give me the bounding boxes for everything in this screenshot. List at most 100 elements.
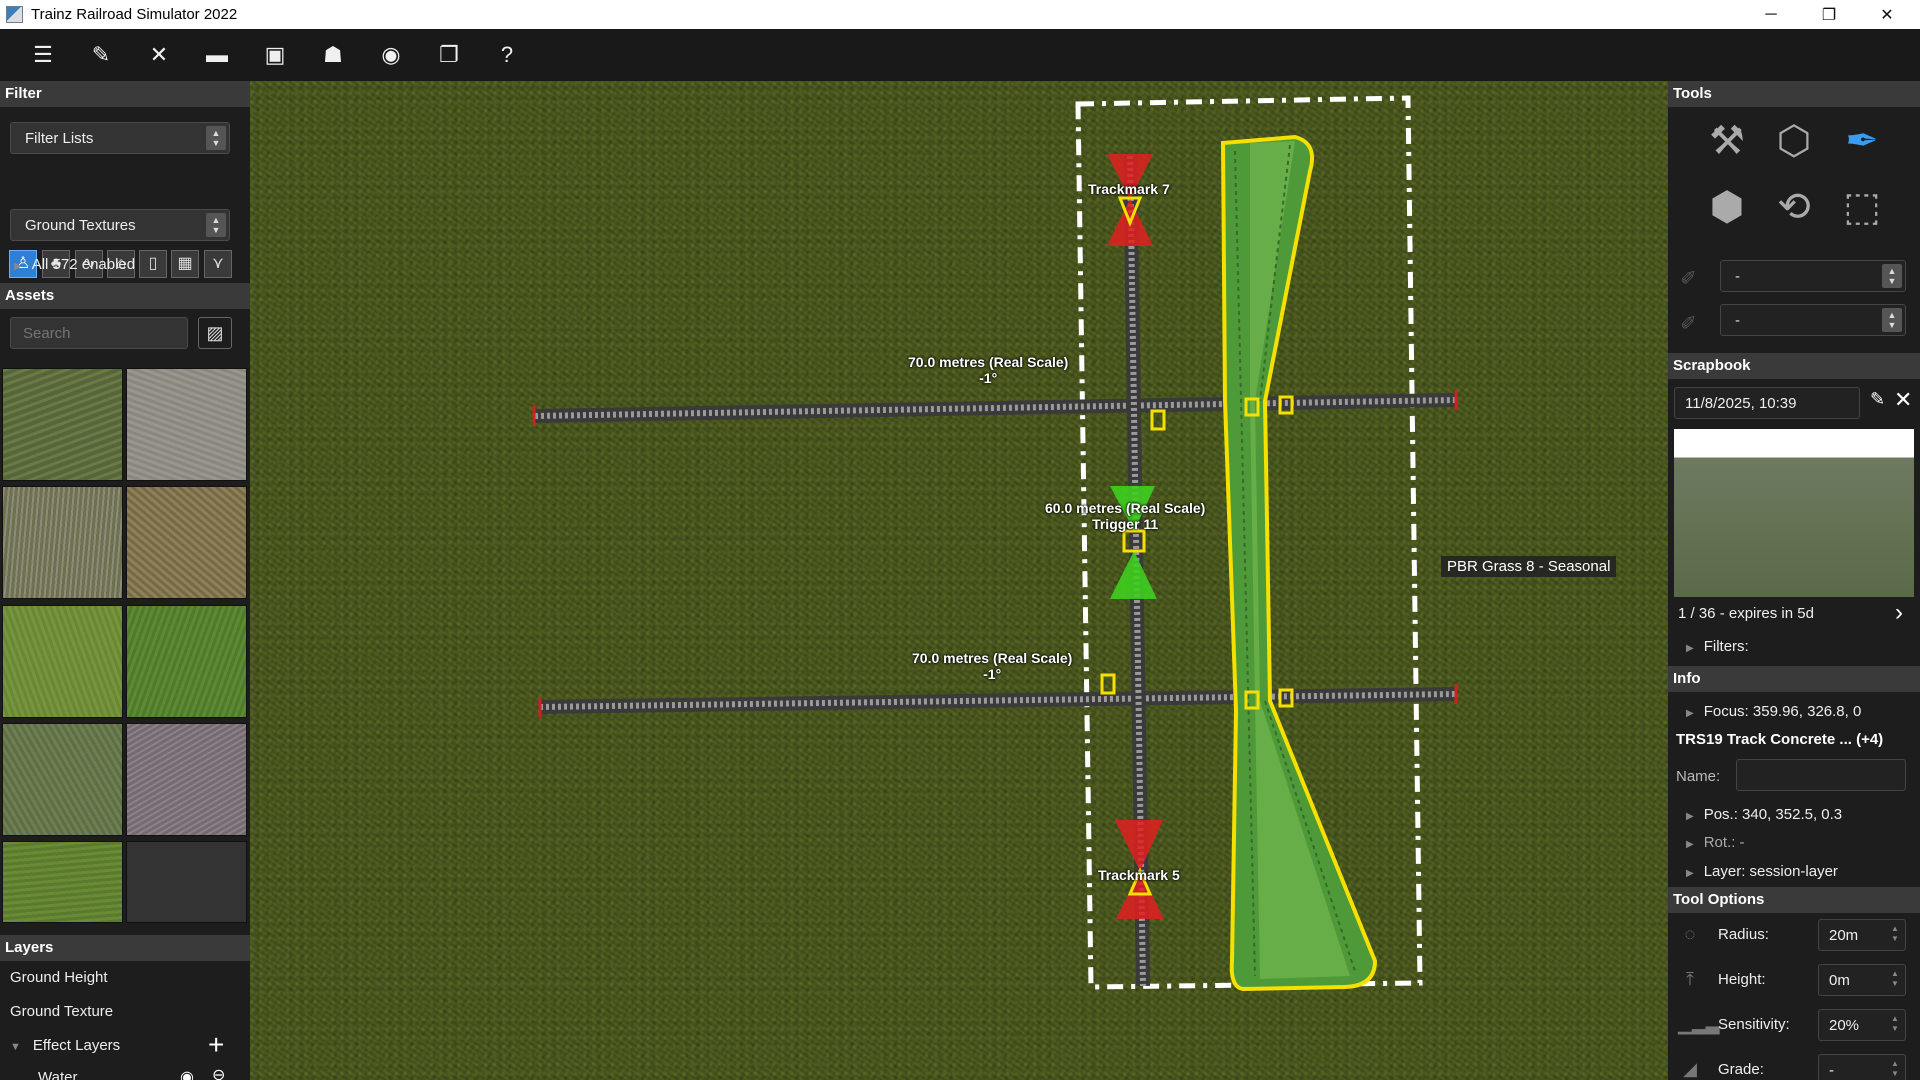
pin-icon[interactable]: ✎ [1870,389,1885,410]
filter-category-combo[interactable]: Ground Textures ▲ ▼ [10,209,230,241]
trackmark-5-label: Trackmark 5 [1098,867,1180,883]
sensitivity-value: 20% [1829,1017,1860,1034]
tool-combo-1[interactable]: - ▲ ▼ [1720,260,1906,292]
image-view-icon[interactable]: ▨ [198,317,232,349]
brush-icon: ✐ [1680,313,1697,335]
pos-line[interactable]: ▶ Pos.: 340, 352.5, 0.3 [1686,806,1842,823]
layer-ground-texture[interactable]: Ground Texture [10,1003,113,1020]
rotate-object-icon[interactable]: ⟲ [1765,178,1823,236]
focus-value: Focus: 359.96, 326.8, 0 [1703,703,1862,720]
help-icon[interactable]: ? [478,35,536,75]
close-button[interactable]: ✕ [1858,0,1916,29]
sensitivity-label: Sensitivity: [1718,1016,1790,1033]
asset-thumb-2[interactable] [126,368,247,481]
radius-option: ◌ Radius: 20m ▲ ▼ [1678,917,1908,953]
layer-effect-layers[interactable]: ▼ Effect Layers [10,1037,120,1054]
pos-value: Pos.: 340, 352.5, 0.3 [1703,806,1843,823]
filter-lists-combo[interactable]: Filter Lists ▲ ▼ [10,122,230,154]
measure-mid-text: 60.0 metres (Real Scale) [1045,500,1206,516]
asset-search-input[interactable] [10,317,188,349]
expand-icon: ▶ [1686,868,1694,879]
tool-combo-2[interactable]: - ▲ ▼ [1720,304,1906,336]
main-toolbar: ☰ ✎ ✕ ▬ ▣ ☗ ◉ ❐ ? [0,29,1920,81]
asset-thumb-8[interactable] [126,723,247,836]
monitor-icon[interactable]: ▬ [188,35,246,75]
measure-bottom-text: 70.0 metres (Real Scale) [912,650,1073,666]
close-scrap-icon[interactable]: ✕ [1894,387,1912,413]
scrapbook-date[interactable]: 11/8/2025, 10:39 [1674,387,1860,419]
filter-type-icon-5[interactable]: ▯ [139,250,167,278]
paint-tool-icon[interactable]: ⚒ [1698,112,1756,170]
height-input[interactable]: 0m ▲ ▼ [1818,964,1906,996]
measure-bottom-angle: -1° [983,666,1002,682]
move-object-icon[interactable]: ⬢ [1698,178,1756,236]
select-area-icon[interactable]: ⬚ [1833,178,1891,236]
filter-category-value: Ground Textures [25,217,136,234]
layer-line[interactable]: ▶ Layer: session-layer [1686,863,1838,880]
asset-thumb-4[interactable] [126,486,247,599]
3d-viewport[interactable]: Trackmark 7 Trackmark 5 70.0 metres (Rea… [250,81,1668,1080]
sensitivity-input[interactable]: 20% ▲ ▼ [1818,1009,1906,1041]
edit-icon[interactable]: ✎ [72,35,130,75]
spin-icon: ▲ ▼ [206,213,226,237]
add-object-icon[interactable]: ⬡ [1765,112,1823,170]
scrapbook-preview [1674,429,1914,597]
enabled-text: All 572 enabled [31,256,136,273]
tool-combo-1-value: - [1735,268,1740,285]
asset-thumb-empty [126,841,247,923]
next-arrow-icon[interactable]: › [1895,599,1903,627]
asset-thumb-3[interactable] [2,486,123,599]
assets-header: Assets [0,283,250,309]
measure-top-label: 70.0 metres (Real Scale) -1° [908,354,1068,386]
asset-thumb-1[interactable] [2,368,123,481]
name-field[interactable] [1736,759,1906,791]
info-header: Info [1668,666,1920,692]
tools-icon[interactable]: ✕ [130,35,188,75]
lock-icon[interactable]: ⊖ [212,1065,225,1080]
filter-type-icon-6[interactable]: ▦ [171,250,199,278]
filter-lists-value: Filter Lists [25,130,94,147]
asset-thumb-7[interactable] [2,723,123,836]
chat-icon[interactable]: ◉ [362,35,420,75]
restore-button[interactable]: ❐ [1800,0,1858,29]
height-value: 0m [1829,972,1850,989]
focus-line[interactable]: ▶ Focus: 359.96, 326.8, 0 [1686,703,1861,720]
height-label: Height: [1718,971,1766,988]
enabled-expander[interactable]: ▶ All 572 enabled [14,256,135,273]
eyedropper-icon[interactable]: ✒ [1833,112,1891,170]
radius-input[interactable]: 20m ▲ ▼ [1818,919,1906,951]
grade-icon: ◢ [1683,1059,1697,1079]
radius-icon: ◌ [1684,924,1696,944]
asset-tooltip: PBR Grass 8 - Seasonal [1441,556,1617,577]
measure-top-text: 70.0 metres (Real Scale) [908,354,1069,370]
asset-thumb-6[interactable] [126,605,247,718]
layer-water[interactable]: Water [38,1069,77,1080]
asset-thumb-9[interactable] [2,841,123,923]
left-panel: Filter Filter Lists ▲ ▼ ♙ ♣ ∿ ⌂ ▯ ▦ ⋎ Gro… [0,81,250,1080]
windows-icon[interactable]: ❐ [420,35,478,75]
add-layer-icon[interactable]: + [208,1029,224,1061]
filter-type-icon-7[interactable]: ⋎ [204,250,232,278]
people-icon[interactable]: ☗ [304,35,362,75]
expand-icon: ▶ [1686,839,1694,850]
filters-expander[interactable]: ▶ Filters: [1686,638,1749,655]
measure-top-angle: -1° [979,370,998,386]
minimize-button[interactable]: ─ [1742,0,1800,29]
asset-thumb-5[interactable] [2,605,123,718]
camera-icon[interactable]: ▣ [246,35,304,75]
measure-bottom-label: 70.0 metres (Real Scale) -1° [912,650,1072,682]
spin-icon: ▲ ▼ [1891,1059,1899,1078]
spin-icon: ▲ ▼ [206,126,226,150]
brush-icon: ✐ [1680,268,1697,290]
trackmark-7-marker [1107,154,1153,246]
right-panel: Tools ⚒ ⬡ ✒ ⬢ ⟲ ⬚ ✐ - ▲ ▼ ✐ - ▲ ▼ Scrapboo… [1668,81,1920,1080]
grade-input[interactable]: - ▲ ▼ [1818,1054,1906,1080]
track-bottom [539,687,1456,714]
menu-icon[interactable]: ☰ [14,35,72,75]
rot-line[interactable]: ▶ Rot.: - [1686,834,1745,851]
eye-icon[interactable]: ◉ [180,1067,194,1080]
filter-header: Filter [0,81,250,107]
expand-icon: ▶ [1686,708,1694,719]
sensitivity-option: ▁▂▃ Sensitivity: 20% ▲ ▼ [1678,1007,1908,1043]
layer-ground-height[interactable]: Ground Height [10,969,108,986]
